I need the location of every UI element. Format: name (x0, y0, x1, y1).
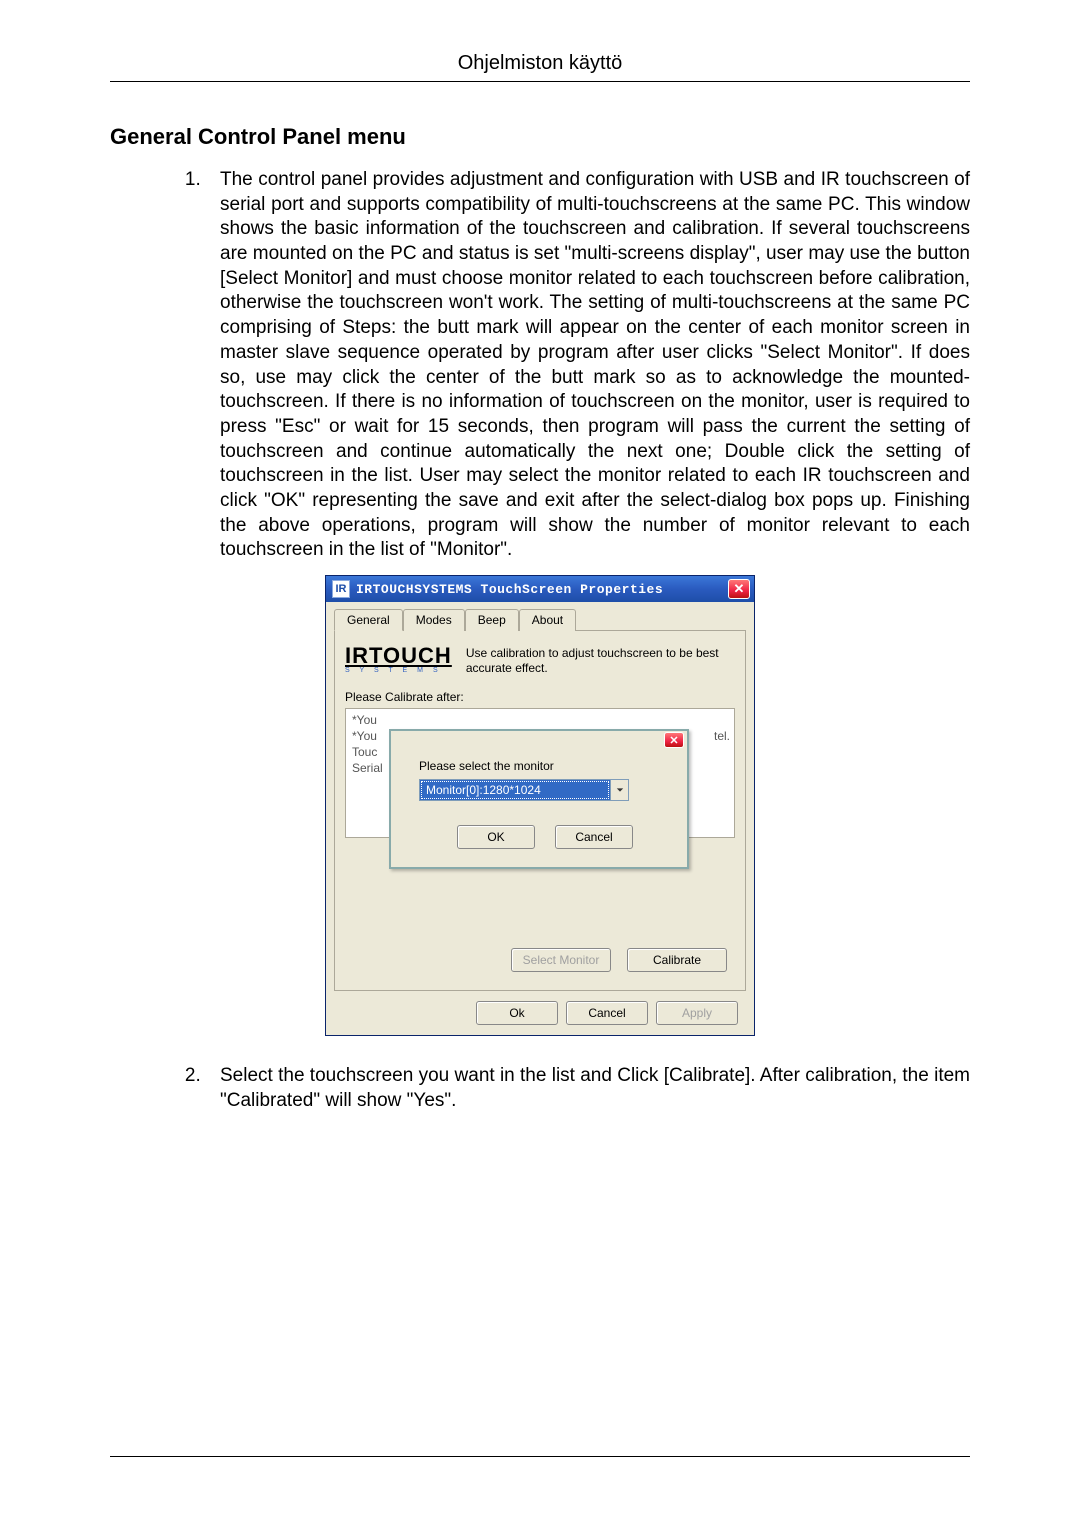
cancel-button[interactable]: Cancel (566, 1001, 648, 1025)
inner-cancel-button[interactable]: Cancel (555, 825, 633, 849)
step-2: Select the touchscreen you want in the l… (206, 1064, 970, 1113)
properties-dialog: IR IRTOUCHSYSTEMS TouchScreen Properties… (325, 575, 755, 1036)
dialog-title: IRTOUCHSYSTEMS TouchScreen Properties (356, 582, 728, 597)
monitor-combobox[interactable]: Monitor[0]:1280*1024 (419, 779, 629, 801)
calibrate-after-label: Please Calibrate after: (345, 690, 735, 704)
step-1: The control panel provides adjustment an… (206, 168, 970, 563)
inner-ok-button[interactable]: OK (457, 825, 535, 849)
dialog-titlebar: IR IRTOUCHSYSTEMS TouchScreen Properties… (326, 576, 754, 602)
list-item: *You (352, 713, 728, 729)
tab-general[interactable]: General (334, 609, 403, 631)
ok-button[interactable]: Ok (476, 1001, 558, 1025)
calibrate-button[interactable]: Calibrate (627, 948, 727, 972)
close-icon[interactable]: ✕ (728, 579, 750, 599)
tab-about[interactable]: About (519, 609, 576, 631)
list-truncated-text: tel. (714, 729, 730, 743)
select-monitor-dialog: ✕ Please select the monitor Monitor[0]:1… (389, 729, 689, 869)
brand-block: IRTOUCH S Y S T E M S (345, 643, 452, 674)
page-header: Ohjelmiston käyttö (110, 52, 970, 81)
tab-content-general: IRTOUCH S Y S T E M S Use calibration to… (334, 631, 746, 991)
tab-bar: General Modes Beep About (334, 608, 746, 631)
chevron-down-icon[interactable] (610, 780, 628, 800)
monitor-combobox-value: Monitor[0]:1280*1024 (420, 780, 610, 800)
header-divider (110, 81, 970, 82)
apply-button[interactable]: Apply (656, 1001, 738, 1025)
section-title: General Control Panel menu (110, 124, 970, 150)
dialog-screenshot: IR IRTOUCHSYSTEMS TouchScreen Properties… (110, 575, 970, 1036)
inner-close-icon[interactable]: ✕ (664, 732, 684, 748)
select-monitor-button[interactable]: Select Monitor (511, 948, 611, 972)
app-icon: IR (332, 580, 350, 598)
brand-subtext: S Y S T E M S (345, 667, 452, 674)
brand-description: Use calibration to adjust touchscreen to… (466, 643, 735, 676)
tab-modes[interactable]: Modes (403, 609, 465, 631)
select-monitor-prompt: Please select the monitor (419, 759, 671, 773)
tab-beep[interactable]: Beep (465, 609, 519, 631)
brand-logo: IRTOUCH (345, 643, 452, 669)
footer-divider (110, 1456, 970, 1457)
